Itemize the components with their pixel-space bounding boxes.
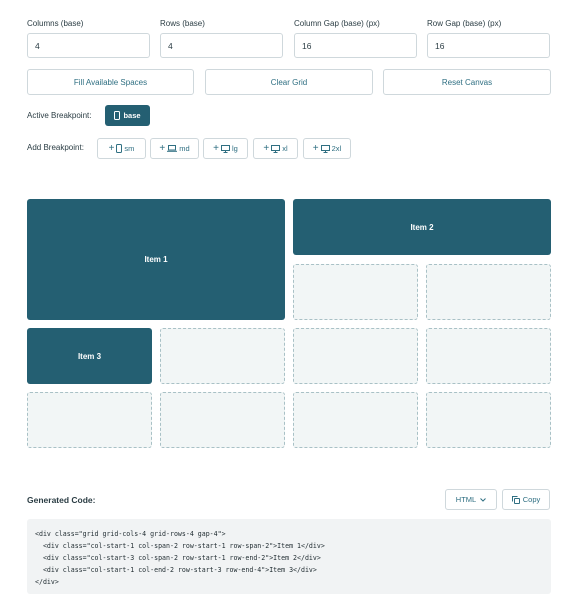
fill-spaces-button[interactable]: Fill Available Spaces	[27, 69, 194, 95]
empty-grid-cell[interactable]	[426, 392, 551, 448]
row-gap-input[interactable]: 16	[427, 33, 550, 58]
grid-item-2[interactable]: Item 2	[293, 199, 551, 255]
row-gap-field: Row Gap (base) (px) 16	[427, 19, 550, 58]
empty-grid-cell[interactable]	[426, 264, 551, 320]
add-breakpoint-label: Add Breakpoint:	[27, 143, 84, 152]
empty-grid-cell[interactable]	[293, 264, 418, 320]
plus-icon: +	[263, 142, 270, 154]
row-gap-label: Row Gap (base) (px)	[427, 19, 502, 28]
plus-icon: +	[108, 142, 115, 154]
add-breakpoint-xl-button[interactable]: + xl	[253, 138, 298, 159]
add-breakpoint-2xl-button[interactable]: + 2xl	[303, 138, 351, 159]
code-line: <div class="col-start-1 col-end-2 row-st…	[35, 566, 317, 574]
copy-label: Copy	[522, 495, 541, 504]
column-gap-field: Column Gap (base) (px) 16	[294, 19, 417, 58]
breakpoint-md-label: md	[179, 144, 190, 153]
chevron-down-icon	[480, 497, 487, 502]
mobile-icon	[114, 111, 121, 120]
empty-grid-cell[interactable]	[293, 328, 418, 384]
column-gap-label: Column Gap (base) (px)	[294, 19, 380, 28]
add-breakpoint-sm-button[interactable]: + sm	[97, 138, 146, 159]
breakpoint-base-label: base	[123, 111, 141, 120]
code-line: <div class="grid grid-cols-4 grid-rows-4…	[35, 530, 226, 538]
code-line: <div class="col-start-1 col-span-2 row-s…	[35, 542, 325, 550]
empty-grid-cell[interactable]	[160, 392, 285, 448]
breakpoint-2xl-label: 2xl	[331, 144, 342, 153]
code-line: <div class="col-start-3 col-span-2 row-s…	[35, 554, 321, 562]
generated-code-title: Generated Code:	[27, 495, 96, 505]
empty-grid-cell[interactable]	[293, 392, 418, 448]
rows-label: Rows (base)	[160, 19, 205, 28]
active-breakpoint-label: Active Breakpoint:	[27, 111, 92, 120]
column-gap-input[interactable]: 16	[294, 33, 417, 58]
language-label: HTML	[455, 495, 477, 504]
code-line: </div>	[35, 578, 59, 586]
breakpoint-base-button[interactable]: base	[105, 105, 150, 126]
grid-item-3[interactable]: Item 3	[27, 328, 152, 384]
copy-icon	[511, 495, 520, 504]
columns-field: Columns (base) 4	[27, 19, 150, 58]
copy-button[interactable]: Copy	[502, 489, 550, 510]
breakpoint-lg-label: lg	[232, 144, 238, 153]
breakpoint-xl-label: xl	[282, 144, 288, 153]
empty-grid-cell[interactable]	[27, 392, 152, 448]
monitor-icon	[221, 144, 230, 153]
monitor-icon	[320, 144, 330, 153]
clear-grid-button[interactable]: Clear Grid	[205, 69, 373, 95]
plus-icon: +	[159, 142, 166, 154]
rows-field: Rows (base) 4	[160, 19, 283, 58]
generated-code-block[interactable]: <div class="grid grid-cols-4 grid-rows-4…	[27, 519, 551, 594]
rows-input[interactable]: 4	[160, 33, 283, 58]
mobile-icon	[116, 144, 123, 153]
plus-icon: +	[312, 142, 319, 154]
columns-input[interactable]: 4	[27, 33, 150, 58]
columns-label: Columns (base)	[27, 19, 84, 28]
grid-item-1[interactable]: Item 1	[27, 199, 285, 320]
breakpoint-sm-label: sm	[124, 144, 135, 153]
add-breakpoint-md-button[interactable]: + md	[150, 138, 199, 159]
language-select[interactable]: HTML	[445, 489, 497, 510]
empty-grid-cell[interactable]	[160, 328, 285, 384]
plus-icon: +	[213, 142, 219, 154]
reset-canvas-button[interactable]: Reset Canvas	[383, 69, 551, 95]
add-breakpoint-lg-button[interactable]: + lg	[203, 138, 248, 159]
monitor-icon	[271, 144, 281, 153]
laptop-icon	[167, 145, 178, 152]
empty-grid-cell[interactable]	[426, 328, 551, 384]
